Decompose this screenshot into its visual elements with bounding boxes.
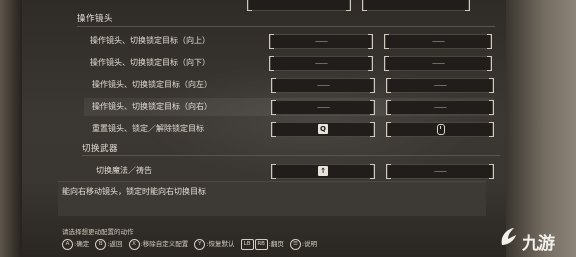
binding-slot-secondary[interactable]: [362, 0, 470, 11]
binding-slot-primary[interactable]: Q: [271, 122, 375, 137]
binding-row-switch-spell[interactable]: 切换魔法／祷告 ↑ ——: [84, 162, 494, 180]
hint-remove-custom[interactable]: X:移除自定义配置: [128, 238, 188, 250]
binding-slot-secondary[interactable]: ——: [384, 56, 492, 71]
section-title-camera: 操作镜头: [77, 14, 114, 24]
jiuyou-logo-mark: [501, 228, 516, 245]
watermark-text: 九游: [522, 234, 555, 254]
hint-help[interactable]: ☰:说明: [289, 238, 317, 250]
instruction-prompt: 请选择想更动配置的动作: [62, 228, 134, 236]
row-partial-top[interactable]: [60, 0, 470, 14]
monitor-bezel-right: [506, 0, 576, 257]
lb-button-icon: LB: [240, 238, 254, 250]
binding-slot-primary[interactable]: ——: [271, 78, 375, 93]
binding-row-camera-down[interactable]: 操作镜头、切换锁定目标（向下） —— ——: [82, 54, 492, 72]
jiuyou-logo-icon: 九游: [496, 223, 574, 254]
hint-restore-default[interactable]: Y:恢复默认: [194, 238, 235, 250]
binding-slot-secondary[interactable]: ——: [384, 34, 492, 49]
action-label: 操作镜头、切换锁定目标（向左）: [92, 80, 212, 89]
b-button-icon: B: [95, 238, 107, 250]
key-q-icon: Q: [318, 124, 328, 134]
action-label: 切换魔法／祷告: [96, 166, 152, 175]
mouse-icon: [437, 124, 445, 135]
action-description-panel: 能向右移动镜头，锁定时能向右切换目标: [58, 181, 486, 216]
action-label: 操作镜头、切换锁定目标（向下）: [90, 58, 210, 67]
binding-slot-secondary[interactable]: [386, 122, 494, 137]
section-title-weapon: 切换武器: [82, 144, 119, 154]
keybind-settings-screen: 操作镜头 操作镜头、切换锁定目标（向上） —— —— 操作镜头、切换锁定目标（向…: [22, 0, 506, 257]
action-description: 能向右移动镜头，锁定时能向右切换目标: [62, 187, 206, 196]
binding-row-camera-reset[interactable]: 重置镜头、锁定／解除锁定目标 Q: [84, 120, 494, 138]
binding-row-camera-left[interactable]: 操作镜头、切换锁定目标（向左） —— ——: [84, 76, 494, 94]
section-divider: [77, 26, 495, 27]
binding-slot-primary[interactable]: ——: [269, 34, 373, 49]
button-hints-bar: A:确定 B:返回 X:移除自定义配置 Y:恢复默认 LB RB:翻页 ☰:说明: [62, 238, 321, 250]
rb-button-icon: RB: [254, 238, 268, 250]
hint-back[interactable]: B:返回: [95, 238, 122, 250]
a-button-icon: A: [62, 238, 73, 250]
action-label: 操作镜头、切换锁定目标（向上）: [90, 36, 210, 45]
binding-row-camera-right[interactable]: 操作镜头、切换锁定目标（向右） —— ——: [84, 98, 494, 116]
y-button-icon: Y: [194, 238, 206, 250]
binding-slot-secondary[interactable]: ——: [386, 78, 494, 93]
monitor-bezel-left: [0, 0, 22, 257]
section-divider: [82, 155, 500, 156]
key-arrow-up-icon: ↑: [318, 166, 328, 176]
binding-slot-secondary[interactable]: ——: [386, 100, 494, 115]
action-label: 操作镜头、切换锁定目标（向右）: [92, 102, 212, 111]
binding-slot-primary[interactable]: ——: [269, 56, 373, 71]
binding-slot-secondary[interactable]: ——: [386, 164, 494, 179]
hint-confirm[interactable]: A:确定: [62, 238, 89, 250]
hint-page[interactable]: LB RB:翻页: [240, 238, 284, 250]
binding-slot-primary[interactable]: ——: [271, 100, 375, 115]
x-button-icon: X: [128, 238, 140, 250]
binding-slot-primary[interactable]: ↑: [271, 164, 375, 179]
action-label: 重置镜头、锁定／解除锁定目标: [92, 124, 204, 133]
menu-button-icon: ☰: [289, 238, 301, 250]
binding-slot-primary[interactable]: [247, 0, 351, 11]
binding-row-camera-up[interactable]: 操作镜头、切换锁定目标（向上） —— ——: [82, 32, 492, 50]
